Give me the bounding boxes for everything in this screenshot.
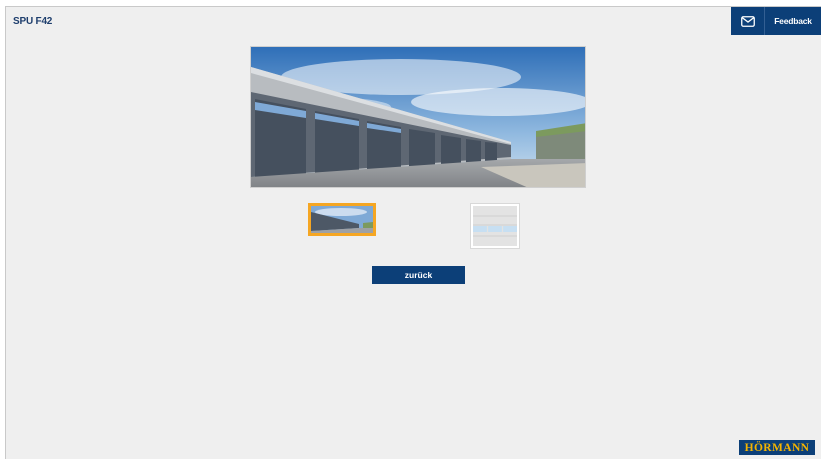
building-photo-thumbnail[interactable] xyxy=(308,203,376,236)
feedback-label[interactable]: Feedback xyxy=(765,7,821,35)
top-bar: SPU F42 Feedback xyxy=(6,7,821,36)
hero-image xyxy=(250,46,586,188)
mail-icon[interactable] xyxy=(731,7,765,35)
page-title: SPU F42 xyxy=(13,16,53,27)
door-panel-thumbnail[interactable] xyxy=(471,204,519,248)
back-button[interactable]: zurück xyxy=(372,266,465,284)
hormann-logo: HÖRMANN xyxy=(739,440,815,455)
app-frame: SPU F42 Feedback zurück HÖRMANN xyxy=(5,6,821,459)
feedback-button[interactable]: Feedback xyxy=(731,7,821,35)
